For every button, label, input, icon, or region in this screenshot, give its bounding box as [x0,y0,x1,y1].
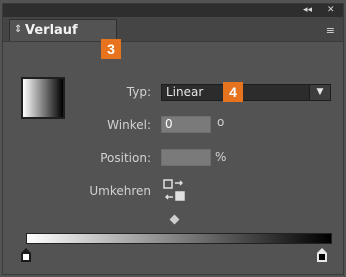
panel-tab-row: ⇕ Verlauf ≡ [3,17,343,42]
angle-label: Winkel: [107,118,151,132]
tab-label: Verlauf [25,23,78,38]
gradient-swatch[interactable] [21,77,65,119]
reverse-label: Umkehren [89,184,151,198]
angle-unit: o [217,115,225,129]
angle-input[interactable]: 0 [161,116,211,133]
callout-badge-4: 4 [223,82,243,102]
up-down-arrows-icon: ⇕ [14,24,23,35]
type-dropdown-value: Linear [166,85,204,99]
gradient-stop-end[interactable] [317,248,327,262]
gradient-midpoint-handle[interactable] [169,214,180,225]
gradient-panel: ◂◂ ✕ ⇕ Verlauf ≡ 3 Typ: Linear ▼ 4 Winke… [2,3,344,275]
collapse-icon[interactable]: ◂◂ [303,4,312,17]
tab-verlauf[interactable]: ⇕ Verlauf [9,19,117,41]
type-dropdown[interactable]: Linear ▼ [161,84,331,101]
gradient-stop-start[interactable] [21,248,31,262]
chevron-down-icon[interactable]: ▼ [309,85,330,100]
type-label: Typ: [126,85,151,99]
position-input[interactable] [161,149,211,166]
angle-input-value: 0 [165,117,173,131]
close-icon[interactable]: ✕ [327,4,335,17]
callout-badge-3: 3 [101,39,121,59]
reverse-gradient-icon[interactable] [163,179,185,201]
position-unit: % [215,150,227,164]
panel-titlebar: ◂◂ ✕ [3,4,343,17]
gradient-ramp[interactable] [26,233,332,244]
position-label: Position: [100,151,151,165]
panel-menu-icon[interactable]: ≡ [326,24,335,37]
